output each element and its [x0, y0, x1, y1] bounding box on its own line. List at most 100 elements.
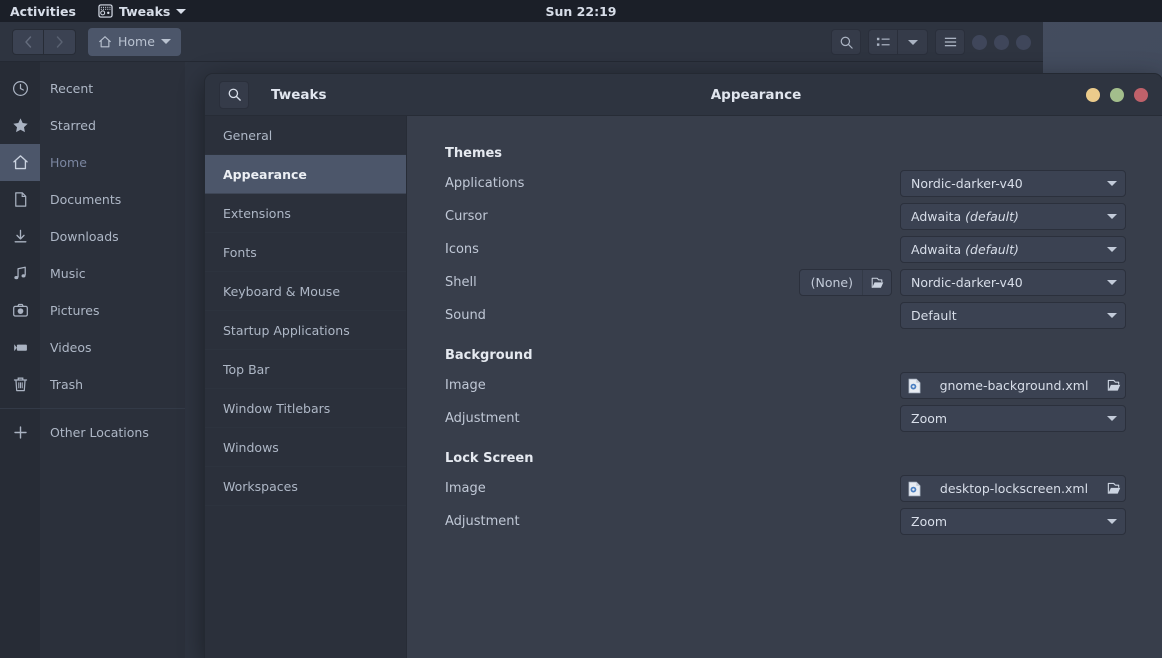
cursor-theme-value: Adwaita (default): [911, 209, 1107, 224]
label-shell: Shell: [445, 275, 799, 290]
close-button[interactable]: [1134, 88, 1148, 102]
video-icon[interactable]: [0, 329, 40, 366]
cursor-theme-dropdown[interactable]: Adwaita (default): [900, 203, 1126, 230]
sound-theme-value: Default: [911, 308, 1107, 323]
chevron-down-icon: [176, 9, 186, 14]
tab-keyboard-mouse[interactable]: Keyboard & Mouse: [205, 272, 406, 311]
home-icon[interactable]: [0, 144, 40, 181]
tab-window-titlebars[interactable]: Window Titlebars: [205, 389, 406, 428]
tab-top-bar[interactable]: Top Bar: [205, 350, 406, 389]
star-icon[interactable]: [0, 107, 40, 144]
tab-fonts[interactable]: Fonts: [205, 233, 406, 272]
controls-background-adjustment: Zoom: [900, 405, 1126, 432]
background-adjustment-dropdown[interactable]: Zoom: [900, 405, 1126, 432]
app-menu-button[interactable]: Tweaks: [98, 4, 186, 19]
music-note-icon[interactable]: [0, 255, 40, 292]
forward-button[interactable]: [44, 29, 76, 55]
files-menu-button[interactable]: [935, 29, 965, 55]
gnome-top-bar: Activities Tweaks Sun 22:19: [0, 0, 1162, 22]
files-minimize-button[interactable]: [972, 35, 987, 50]
background-adjustment-value: Zoom: [911, 411, 1107, 426]
sidebar-item-starred[interactable]: Starred: [40, 107, 185, 144]
files-toolbar: [831, 29, 1031, 55]
row-lockscreen-image: Image desktop-lockscreen.xml: [445, 472, 1126, 505]
sidebar-item-documents[interactable]: Documents: [40, 181, 185, 218]
tab-workspaces[interactable]: Workspaces: [205, 467, 406, 506]
shell-theme-dropdown[interactable]: Nordic-darker-v40: [900, 269, 1126, 296]
files-maximize-button[interactable]: [994, 35, 1009, 50]
activities-button[interactable]: Activities: [10, 4, 76, 19]
tweaks-sidebar: General Appearance Extensions Fonts Keyb…: [205, 116, 407, 658]
section-spacer: [445, 435, 1126, 451]
tab-general[interactable]: General: [205, 116, 406, 155]
sound-theme-dropdown[interactable]: Default: [900, 302, 1126, 329]
trash-icon[interactable]: [0, 366, 40, 403]
xml-file-icon: [907, 378, 922, 394]
sidebar-divider: [40, 408, 185, 409]
files-close-button[interactable]: [1016, 35, 1031, 50]
tab-appearance[interactable]: Appearance: [205, 155, 406, 194]
chevron-down-icon: [161, 39, 171, 44]
section-spacer: [445, 332, 1126, 348]
window-controls: [1086, 88, 1148, 102]
row-background-image: Image gnome-background.xml: [445, 369, 1126, 402]
tab-windows[interactable]: Windows: [205, 428, 406, 467]
tweaks-app-title: Tweaks: [271, 87, 326, 103]
home-icon: [98, 35, 112, 49]
view-options-dropdown[interactable]: [898, 29, 928, 55]
lockscreen-image-value: desktop-lockscreen.xml: [928, 481, 1100, 496]
document-open-icon: [863, 276, 891, 290]
controls-icons: Adwaita (default): [900, 236, 1126, 263]
row-applications-theme: Applications Nordic-darker-v40: [445, 167, 1126, 200]
row-lockscreen-adjustment: Adjustment Zoom: [445, 505, 1126, 538]
sidebar-item-downloads[interactable]: Downloads: [40, 218, 185, 255]
rail-divider: [0, 408, 40, 409]
chevron-down-icon: [1107, 519, 1117, 524]
sidebar-item-trash[interactable]: Trash: [40, 366, 185, 403]
label-background-adjustment: Adjustment: [445, 411, 900, 426]
section-title-lock-screen: Lock Screen: [445, 451, 1126, 466]
label-sound: Sound: [445, 308, 900, 323]
controls-cursor: Adwaita (default): [900, 203, 1126, 230]
controls-lockscreen-adjustment: Zoom: [900, 508, 1126, 535]
lockscreen-adjustment-dropdown[interactable]: Zoom: [900, 508, 1126, 535]
icons-theme-dropdown[interactable]: Adwaita (default): [900, 236, 1126, 263]
view-mode-group: [868, 29, 928, 55]
plus-icon[interactable]: [0, 414, 40, 451]
sidebar-item-music[interactable]: Music: [40, 255, 185, 292]
lockscreen-adjustment-value: Zoom: [911, 514, 1107, 529]
minimize-button[interactable]: [1086, 88, 1100, 102]
sidebar-item-home[interactable]: Home: [40, 144, 185, 181]
download-icon[interactable]: [0, 218, 40, 255]
document-icon[interactable]: [0, 181, 40, 218]
background-image-file-button[interactable]: gnome-background.xml: [900, 372, 1126, 399]
sidebar-item-videos[interactable]: Videos: [40, 329, 185, 366]
sidebar-item-pictures[interactable]: Pictures: [40, 292, 185, 329]
back-button[interactable]: [12, 29, 44, 55]
tweaks-search-button[interactable]: [219, 81, 249, 109]
lockscreen-image-file-button[interactable]: desktop-lockscreen.xml: [900, 475, 1126, 502]
list-view-button[interactable]: [868, 29, 898, 55]
files-search-button[interactable]: [831, 29, 861, 55]
camera-icon[interactable]: [0, 292, 40, 329]
sidebar-item-other-locations[interactable]: Other Locations: [40, 414, 185, 451]
row-background-adjustment: Adjustment Zoom: [445, 402, 1126, 435]
applications-theme-dropdown[interactable]: Nordic-darker-v40: [900, 170, 1126, 197]
clock-icon[interactable]: [0, 70, 40, 107]
xml-file-icon: [907, 481, 922, 497]
label-lockscreen-image: Image: [445, 481, 900, 496]
tab-extensions[interactable]: Extensions: [205, 194, 406, 233]
clock[interactable]: Sun 22:19: [546, 4, 617, 19]
maximize-button[interactable]: [1110, 88, 1124, 102]
sidebar-item-recent[interactable]: Recent: [40, 70, 185, 107]
row-sound-theme: Sound Default: [445, 299, 1126, 332]
tweaks-icon: [98, 4, 113, 18]
tab-startup-applications[interactable]: Startup Applications: [205, 311, 406, 350]
places-sidebar: Recent Starred Home Documents Downloads …: [40, 62, 185, 658]
places-icon-rail: [0, 62, 40, 658]
shell-theme-file-button[interactable]: (None): [799, 269, 892, 296]
tweaks-body: General Appearance Extensions Fonts Keyb…: [205, 116, 1162, 658]
chevron-down-icon: [1107, 181, 1117, 186]
path-bar-home[interactable]: Home: [88, 28, 181, 56]
chevron-down-icon: [1107, 313, 1117, 318]
